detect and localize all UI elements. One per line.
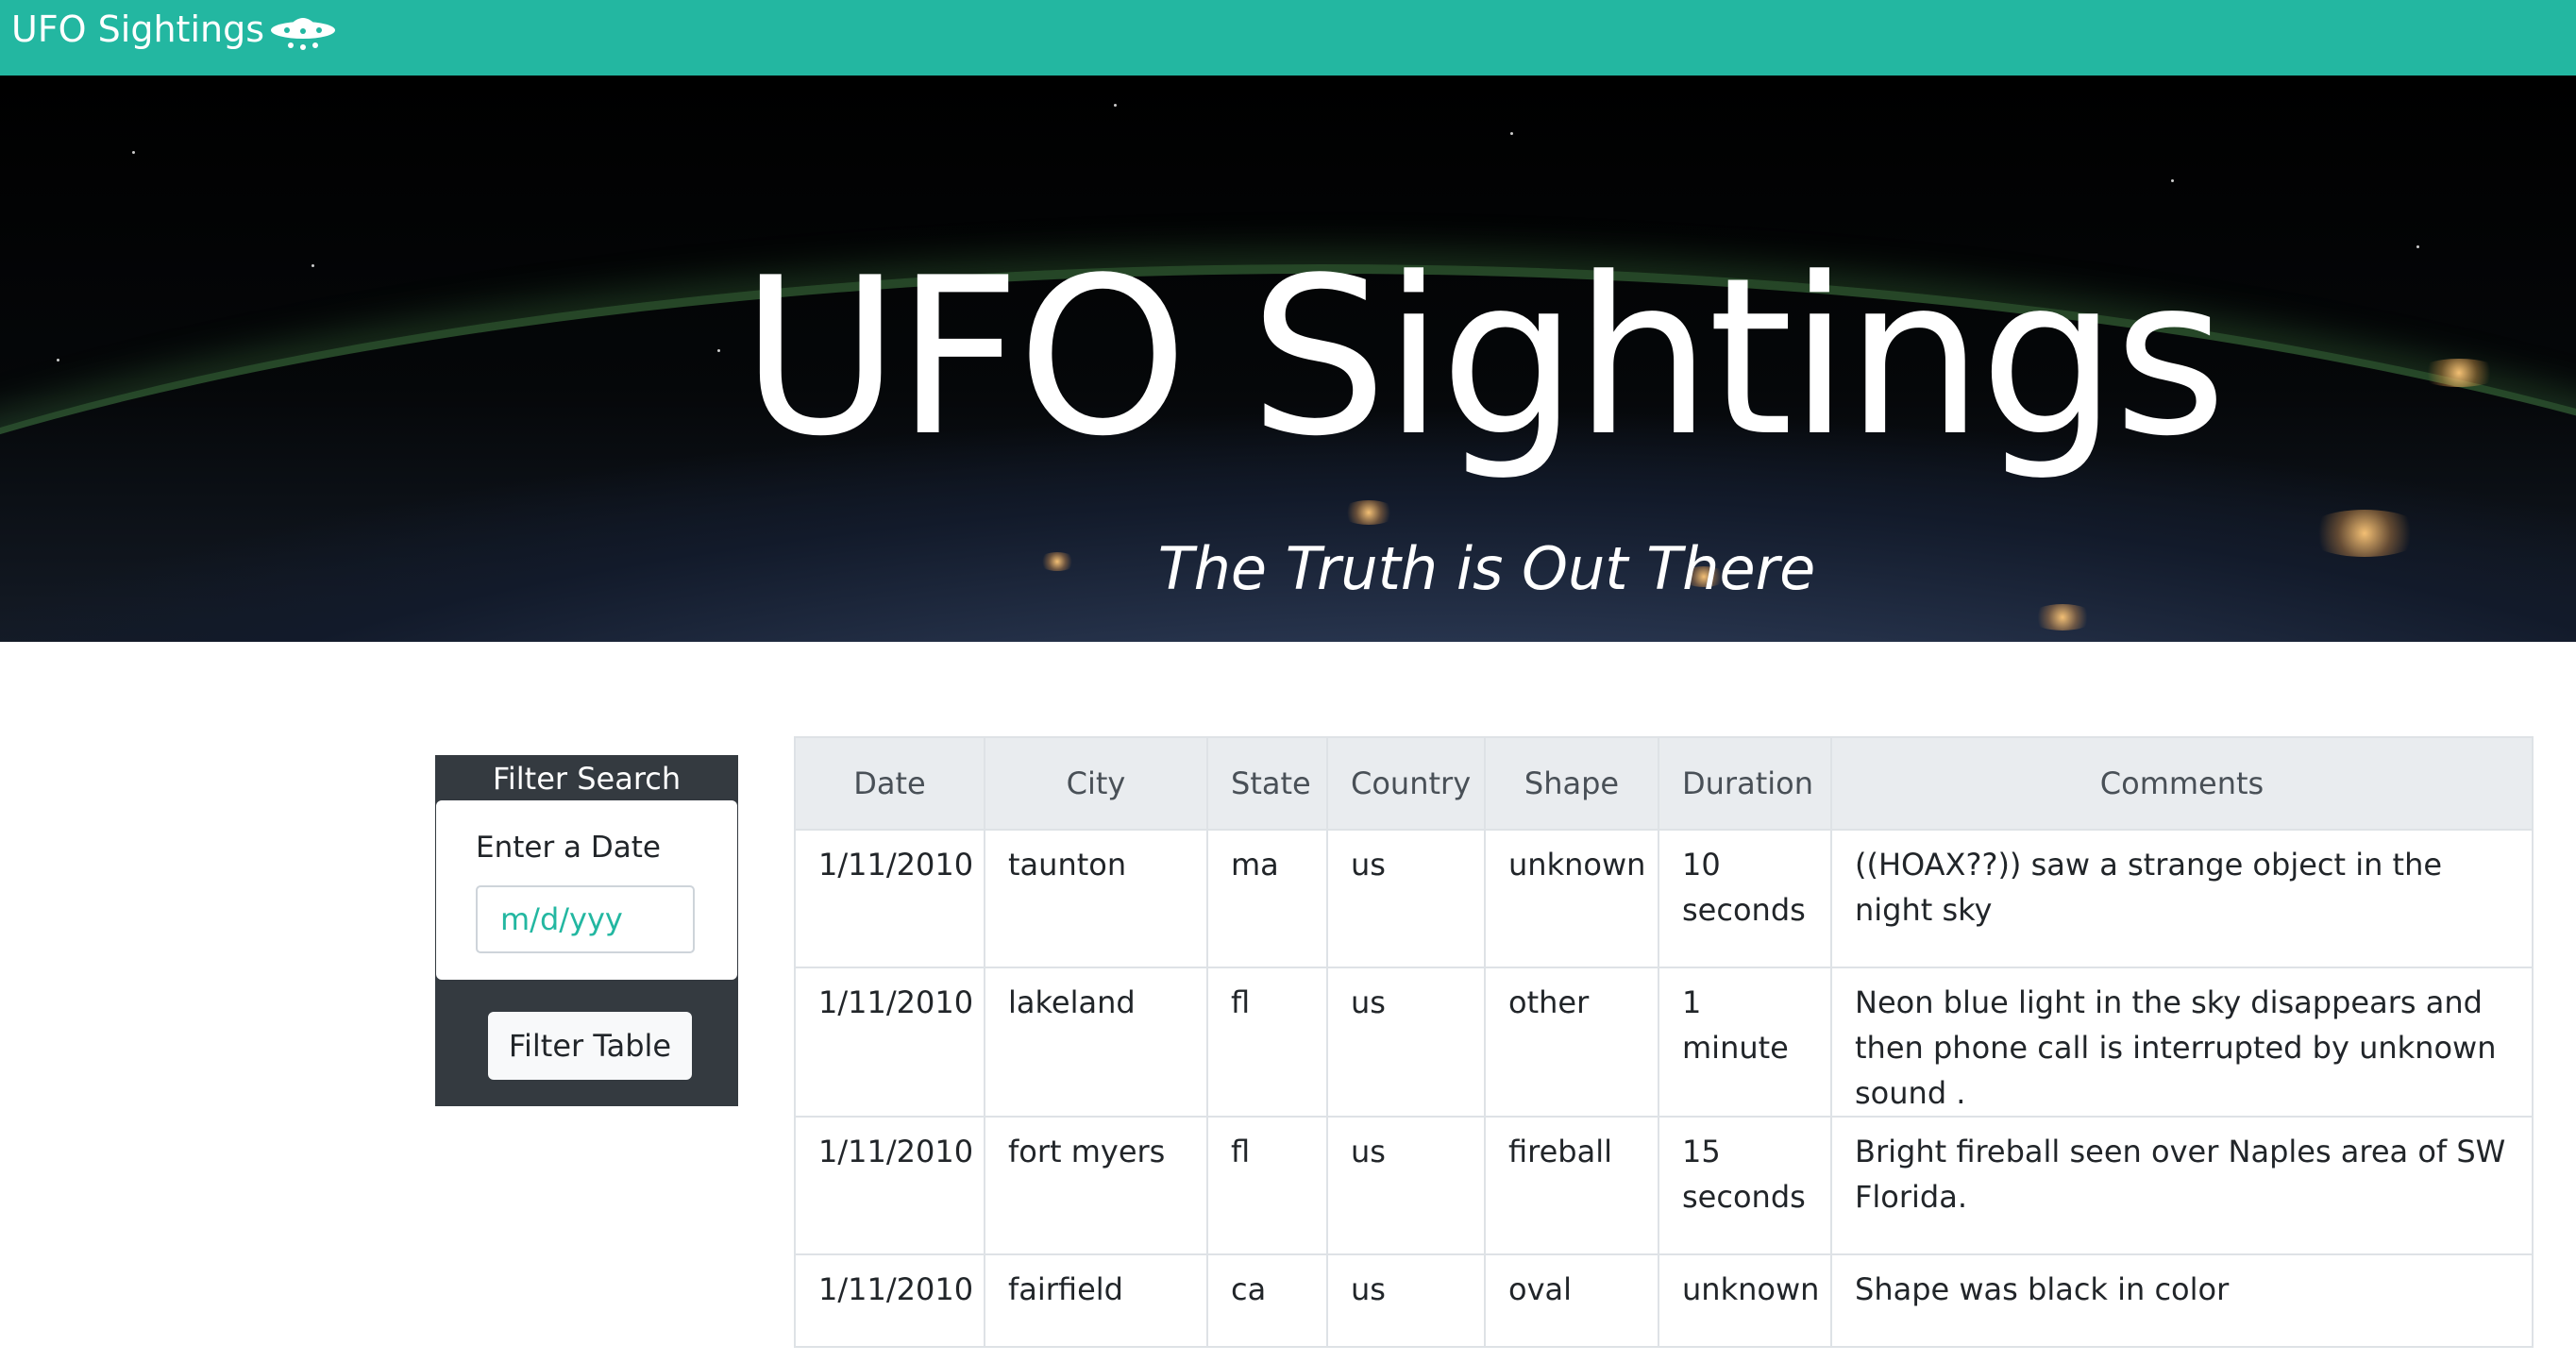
cell-comments: Bright fireball seen over Naples area of…	[1830, 1116, 2534, 1255]
date-input[interactable]	[476, 885, 695, 953]
sightings-table: Date City State Country Shape Duration C…	[794, 736, 2534, 1348]
cell-shape: fireball	[1484, 1116, 1659, 1255]
filter-table-button[interactable]: Filter Table	[488, 1012, 692, 1080]
table-row: 1/11/2010 lakeland fl us other 1 minute …	[794, 967, 2534, 1118]
hero-title: UFO Sightings	[740, 232, 2227, 484]
table-row: 1/11/2010 taunton ma us unknown 10 secon…	[794, 829, 2534, 968]
cell-date: 1/11/2010	[794, 1116, 985, 1255]
cell-shape: unknown	[1484, 829, 1659, 968]
column-header-country[interactable]: Country	[1326, 736, 1486, 831]
cell-city: fairfield	[984, 1253, 1208, 1348]
hero-banner: UFO Sightings The Truth is Out There	[0, 76, 2576, 642]
cell-comments: Neon blue light in the sky disappears an…	[1830, 967, 2534, 1118]
star	[2416, 245, 2419, 248]
star	[132, 151, 135, 154]
cell-comments: Shape was black in color	[1830, 1253, 2534, 1348]
cell-date: 1/11/2010	[794, 967, 985, 1118]
cell-date: 1/11/2010	[794, 1253, 985, 1348]
star	[2171, 179, 2174, 182]
column-header-shape[interactable]: Shape	[1484, 736, 1659, 831]
cell-city: lakeland	[984, 967, 1208, 1118]
cell-comments: ((HOAX??)) saw a strange object in the n…	[1830, 829, 2534, 968]
cell-state: fl	[1206, 1116, 1328, 1255]
navbar-brand[interactable]: UFO Sightings	[11, 0, 338, 59]
table-row: 1/11/2010 fort myers fl us fireball 15 s…	[794, 1116, 2534, 1255]
date-label: Enter a Date	[476, 831, 662, 865]
column-header-duration[interactable]: Duration	[1658, 736, 1832, 831]
column-header-state[interactable]: State	[1206, 736, 1328, 831]
cell-state: ma	[1206, 829, 1328, 968]
cell-duration: 10 seconds	[1658, 829, 1832, 968]
cell-city: taunton	[984, 829, 1208, 968]
city-light	[1340, 500, 1397, 525]
brand-text: UFO Sightings	[11, 8, 265, 50]
star	[1114, 104, 1117, 107]
cell-duration: 15 seconds	[1658, 1116, 1832, 1255]
cell-date: 1/11/2010	[794, 829, 985, 968]
cell-country: us	[1326, 1116, 1486, 1255]
filter-body: Enter a Date	[436, 800, 737, 980]
cell-state: fl	[1206, 967, 1328, 1118]
filter-header: Filter Search	[492, 761, 682, 797]
star	[1510, 132, 1513, 135]
cell-duration: 1 minute	[1658, 967, 1832, 1118]
table-row: 1/11/2010 fairfield ca us oval unknown S…	[794, 1253, 2534, 1348]
column-header-city[interactable]: City	[984, 736, 1208, 831]
ufo-icon	[268, 8, 338, 51]
sightings-table-container: Date City State Country Shape Duration C…	[794, 736, 2534, 1348]
cell-shape: other	[1484, 967, 1659, 1118]
cell-shape: oval	[1484, 1253, 1659, 1348]
cell-country: us	[1326, 1253, 1486, 1348]
navbar: UFO Sightings	[0, 0, 2576, 76]
cell-country: us	[1326, 829, 1486, 968]
filter-panel: Filter Search Enter a Date Filter Table	[435, 755, 738, 1106]
cell-city: fort myers	[984, 1116, 1208, 1255]
cell-country: us	[1326, 967, 1486, 1118]
table-header-row: Date City State Country Shape Duration C…	[794, 736, 2534, 831]
column-header-date[interactable]: Date	[794, 736, 985, 831]
cell-state: ca	[1206, 1253, 1328, 1348]
hero-subtitle: The Truth is Out There	[1157, 534, 1816, 603]
column-header-comments[interactable]: Comments	[1830, 736, 2534, 831]
cell-duration: unknown	[1658, 1253, 1832, 1348]
city-light	[2029, 604, 2096, 631]
